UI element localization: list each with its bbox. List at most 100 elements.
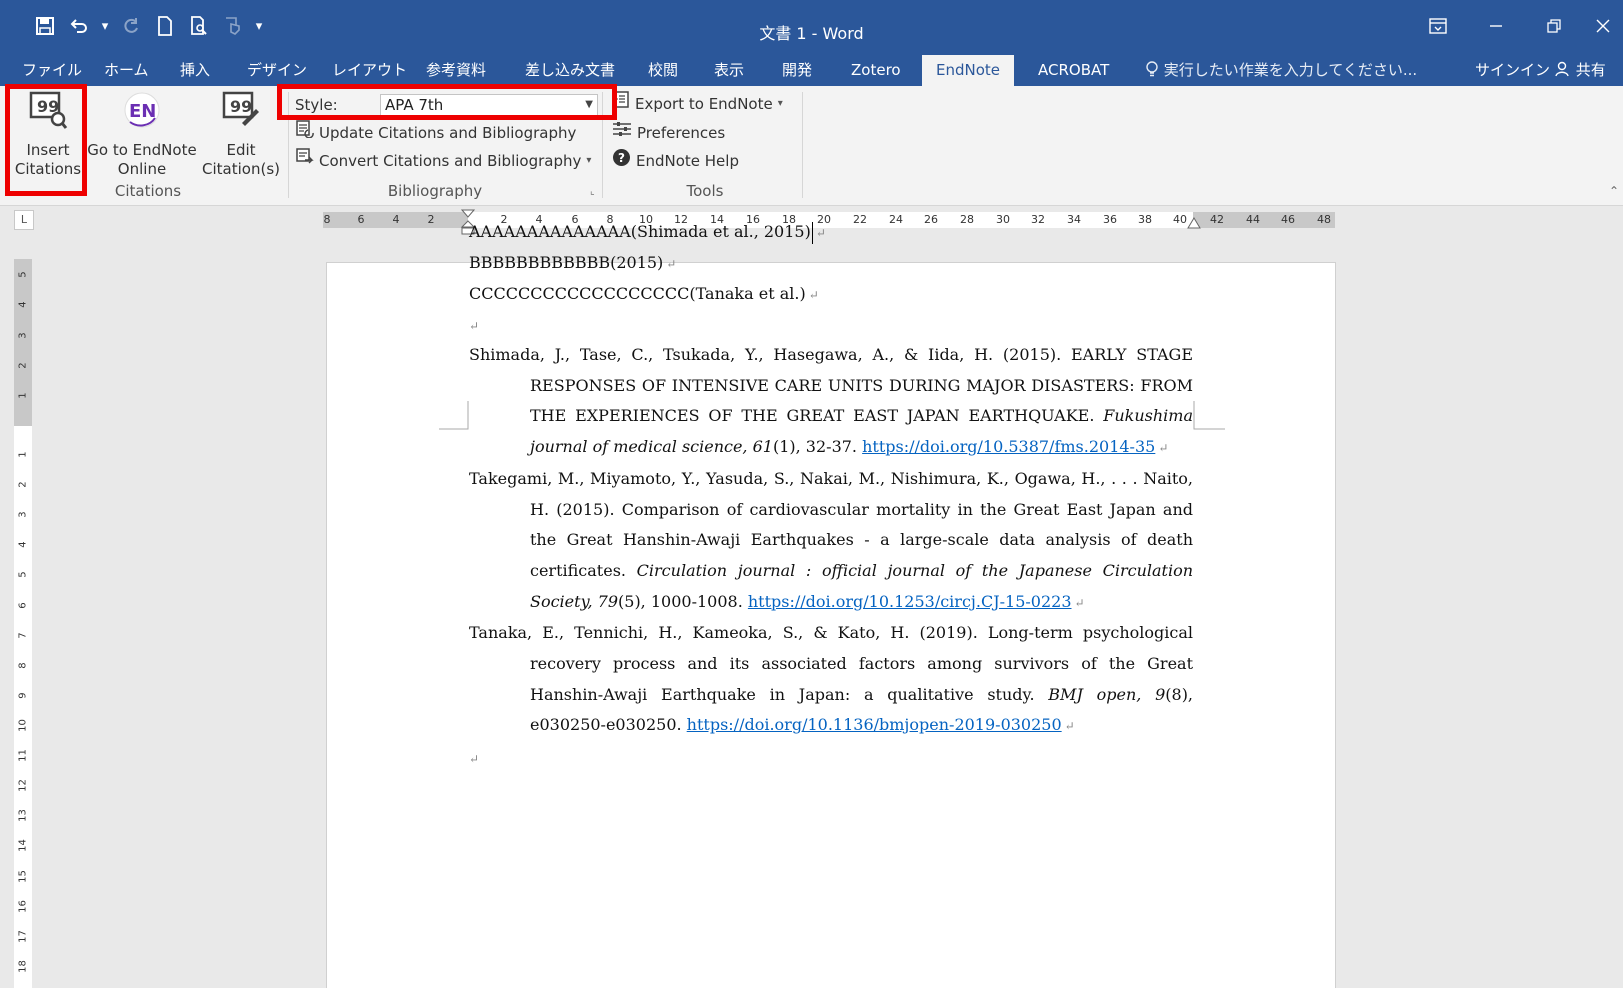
- ruler-tick: 2: [17, 481, 29, 488]
- share-button[interactable]: 共有: [1555, 55, 1606, 86]
- citation-text: BBBBBBBBBBBB(2015): [469, 253, 664, 272]
- dialog-launcher-icon[interactable]: ⌞: [590, 186, 595, 197]
- preferences-icon: [612, 120, 632, 146]
- vertical-ruler[interactable]: 5 4 3 2 1 1 2 3 4 5 6 7 8 9 10 11 12 13 …: [14, 259, 32, 988]
- insert-citations-button[interactable]: 99 Insert Citations: [10, 90, 86, 179]
- ruler-tick: 46: [1281, 213, 1295, 226]
- sign-in-link[interactable]: サインイン: [1475, 55, 1550, 86]
- endnote-help-button[interactable]: ? EndNote Help: [612, 148, 739, 174]
- update-bibliography-icon: [296, 120, 314, 146]
- convert-citations-label: Convert Citations and Bibliography: [319, 152, 582, 170]
- go-online-line2: Online: [117, 160, 167, 178]
- minimize-icon[interactable]: [1467, 6, 1525, 46]
- export-to-endnote-button[interactable]: Export to EndNote ▾: [612, 91, 783, 117]
- paragraph-mark: ↵: [469, 752, 480, 767]
- insert-citations-line1: Insert: [26, 141, 70, 159]
- ruler-tick: 7: [17, 632, 29, 639]
- new-document-icon[interactable]: [148, 10, 182, 42]
- citation-paragraph: AAAAAAAAAAAAAA(Shimada et al., 2015) ↵: [469, 216, 1193, 247]
- ribbon-display-options-icon[interactable]: [1409, 6, 1467, 46]
- tab-references[interactable]: 参考資料: [420, 55, 492, 86]
- preferences-button[interactable]: Preferences: [612, 120, 725, 146]
- ruler-tick: 6: [17, 602, 29, 609]
- print-preview-icon[interactable]: [182, 10, 216, 42]
- bibliography-entry: Takegami, M., Miyamoto, Y., Yasuda, S., …: [469, 464, 1193, 619]
- export-icon: [612, 91, 630, 117]
- touch-mode-icon[interactable]: [216, 10, 250, 42]
- style-select[interactable]: APA 7th ▼: [380, 94, 598, 116]
- save-icon[interactable]: [28, 10, 62, 42]
- document-body[interactable]: AAAAAAAAAAAAAA(Shimada et al., 2015) ↵ BB…: [469, 216, 1193, 773]
- ruler-tick: 44: [1246, 213, 1260, 226]
- ruler-tick: 3: [17, 332, 29, 339]
- ruler-tick: 18: [17, 960, 29, 973]
- doi-link[interactable]: https://doi.org/10.5387/fms.2014-35: [862, 437, 1155, 456]
- ruler-tick: 9: [17, 692, 29, 699]
- restore-icon[interactable]: [1525, 6, 1583, 46]
- edit-citations-button[interactable]: 99 Edit Citation(s): [198, 90, 284, 179]
- ruler-tick: 16: [17, 900, 29, 913]
- undo-dropdown-icon[interactable]: ▾: [96, 10, 114, 42]
- tell-me-text: 実行したい作業を入力してください...: [1163, 61, 1418, 79]
- tab-acrobat[interactable]: ACROBAT: [1032, 55, 1115, 86]
- tab-zotero[interactable]: Zotero: [845, 55, 907, 86]
- reference-text: Shimada, J., Tase, C., Tsukada, Y., Hase…: [469, 345, 1193, 426]
- close-icon[interactable]: [1583, 6, 1623, 46]
- svg-text:?: ?: [618, 151, 625, 165]
- tab-insert[interactable]: 挿入: [174, 55, 216, 86]
- tab-endnote[interactable]: EndNote: [922, 55, 1015, 86]
- tab-review[interactable]: 校閲: [642, 55, 684, 86]
- ribbon-endnote: 99 Insert Citations EN Go to EndNote Onl…: [0, 86, 1623, 206]
- endnote-online-icon: EN: [86, 90, 198, 135]
- collapse-ribbon-icon[interactable]: ⌃: [1609, 184, 1619, 198]
- doi-link[interactable]: https://doi.org/10.1136/bmjopen-2019-030…: [687, 715, 1062, 734]
- style-label: Style:: [295, 96, 338, 114]
- doi-link[interactable]: https://doi.org/10.1253/circj.CJ-15-0223: [748, 592, 1072, 611]
- go-to-endnote-online-button[interactable]: EN Go to EndNote Online: [86, 90, 198, 179]
- tab-home[interactable]: ホーム: [98, 55, 155, 86]
- customize-qat-icon[interactable]: ▾: [250, 10, 268, 42]
- share-label: 共有: [1575, 61, 1606, 79]
- edit-citation-icon: 99: [198, 90, 284, 135]
- undo-icon[interactable]: [62, 10, 96, 42]
- ruler-tick: 12: [17, 779, 29, 792]
- citation-text: CCCCCCCCCCCCCCCCCC(Tanaka et al.): [469, 284, 806, 303]
- reference-issue-pages: (1), 32-37.: [772, 437, 863, 457]
- window-controls: [1409, 6, 1623, 46]
- tab-layout[interactable]: レイアウト: [326, 55, 413, 86]
- update-citations-label: Update Citations and Bibliography: [319, 124, 577, 142]
- ruler-tick: 1: [17, 451, 29, 458]
- tab-file[interactable]: ファイル: [16, 55, 88, 86]
- help-label: EndNote Help: [636, 152, 739, 170]
- ruler-tick: 48: [1317, 213, 1331, 226]
- svg-text:EN: EN: [129, 101, 156, 122]
- ruler-tick: 6: [357, 213, 365, 226]
- ruler-tick: 3: [17, 511, 29, 518]
- group-label-bibliography: Bibliography: [387, 182, 483, 200]
- reference-issue-pages: (5), 1000-1008.: [618, 591, 748, 611]
- citation-paragraph: BBBBBBBBBBBB(2015) ↵: [469, 247, 1193, 278]
- bibliography-entry: Shimada, J., Tase, C., Tsukada, Y., Hase…: [469, 340, 1193, 464]
- person-icon: [1555, 61, 1576, 79]
- tell-me-box[interactable]: 実行したい作業を入力してください...: [1145, 55, 1417, 86]
- ruler-tick: 10: [17, 719, 29, 732]
- convert-bibliography-icon: [296, 148, 314, 174]
- chevron-down-icon: ▼: [585, 99, 593, 110]
- ruler-tick: 5: [17, 271, 29, 278]
- tab-developer[interactable]: 開発: [776, 55, 818, 86]
- redo-icon[interactable]: [114, 10, 148, 42]
- crop-mark-left: [439, 401, 469, 430]
- paragraph-mark: ↵: [1064, 719, 1075, 734]
- empty-paragraph: ↵: [469, 309, 1193, 340]
- group-separator: [602, 92, 603, 198]
- convert-citations-button[interactable]: Convert Citations and Bibliography ▾: [296, 148, 591, 174]
- ruler-tick: 17: [17, 930, 29, 943]
- ruler-tick: 4: [17, 541, 29, 548]
- tab-mailings[interactable]: 差し込み文書: [519, 55, 621, 86]
- tab-view[interactable]: 表示: [708, 55, 750, 86]
- export-label: Export to EndNote: [635, 95, 773, 113]
- tab-selector[interactable]: L: [14, 210, 34, 230]
- update-citations-button[interactable]: Update Citations and Bibliography: [296, 120, 576, 146]
- tab-design[interactable]: デザイン: [241, 55, 313, 86]
- style-value: APA 7th: [385, 96, 444, 114]
